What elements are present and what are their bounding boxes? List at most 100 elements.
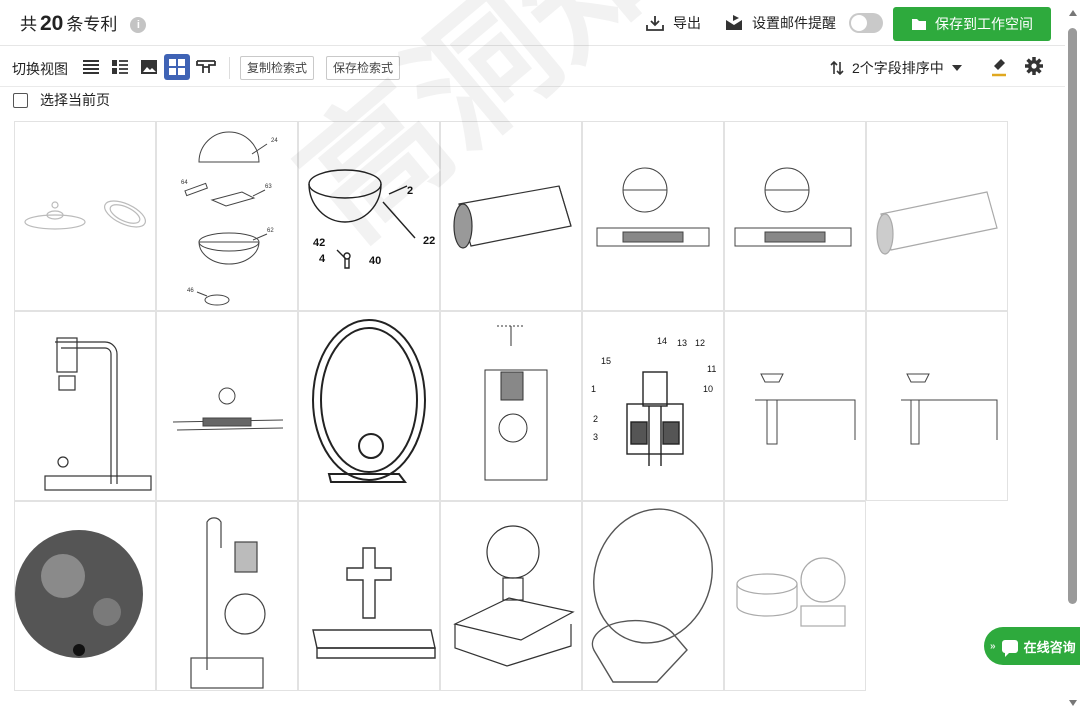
view-switch-label: 切换视图: [12, 61, 68, 77]
svg-text:63: 63: [265, 184, 272, 190]
patent-card[interactable]: [866, 121, 1008, 311]
patent-card[interactable]: [14, 311, 156, 501]
svg-text:1: 1: [591, 384, 596, 394]
settings-button[interactable]: [1024, 56, 1044, 81]
patent-drawing-5: [596, 167, 710, 247]
svg-text:4: 4: [319, 253, 326, 265]
svg-text:13: 13: [677, 338, 687, 348]
svg-text:12: 12: [695, 338, 705, 348]
patent-card[interactable]: [440, 501, 582, 691]
pattern-view-button[interactable]: [193, 54, 219, 80]
toggle-knob: [851, 15, 867, 31]
sort-dropdown[interactable]: 2个字段排序中: [830, 58, 962, 78]
svg-text:3: 3: [593, 432, 598, 442]
patent-card[interactable]: [724, 121, 866, 311]
patent-card[interactable]: [156, 311, 298, 501]
patent-card[interactable]: 2 22 42 4 40: [298, 121, 440, 311]
patent-card[interactable]: [156, 501, 298, 691]
caret-down-icon: [951, 65, 962, 71]
image-view-button[interactable]: [136, 54, 162, 80]
scroll-thumb[interactable]: [1068, 28, 1077, 604]
export-label: 导出: [673, 15, 701, 31]
count-suffix: 条专利: [66, 15, 118, 34]
scroll-down-arrow-icon[interactable]: [1069, 700, 1077, 706]
email-alert-toggle[interactable]: [849, 13, 883, 33]
export-icon: [646, 16, 664, 31]
svg-text:2: 2: [593, 414, 598, 424]
patent-card[interactable]: [724, 501, 866, 691]
highlight-button[interactable]: [990, 57, 1008, 82]
svg-text:15: 15: [601, 356, 611, 366]
patent-drawing-4: [453, 185, 572, 249]
view-toolbar: 切换视图 复制检索式 保存检索式 2个字段排序中: [0, 47, 1065, 87]
svg-text:10: 10: [703, 384, 713, 394]
page-scrollbar[interactable]: [1066, 0, 1080, 716]
email-alert-setting[interactable]: 设置邮件提醒: [724, 13, 836, 33]
svg-text:24: 24: [271, 138, 278, 144]
sort-label: 2个字段排序中: [852, 60, 944, 76]
select-page-checkbox[interactable]: [13, 92, 28, 108]
patent-drawing-14: [901, 373, 998, 445]
chevron-right-icon: »: [990, 640, 996, 652]
patent-drawing-19: [591, 508, 713, 683]
email-alert-label: 设置邮件提醒: [752, 15, 836, 31]
patent-card[interactable]: 24 64 63 62 46: [156, 121, 298, 311]
patent-drawing-6: [734, 167, 852, 247]
count-prefix: 共: [20, 15, 37, 34]
folder-icon: [912, 19, 926, 30]
svg-text:40: 40: [369, 255, 381, 267]
patent-card[interactable]: [440, 121, 582, 311]
grid-view-button[interactable]: [164, 54, 190, 80]
patent-card[interactable]: [298, 501, 440, 691]
patent-card[interactable]: [582, 501, 724, 691]
mail-bell-icon: [726, 15, 742, 30]
online-consult-button[interactable]: » 在线咨询: [984, 627, 1080, 665]
list-view-icon: [83, 60, 99, 74]
patent-card[interactable]: [14, 501, 156, 691]
results-header: 共 20 条专利 i 导出 设置邮件提醒 保存到工作空间: [0, 0, 1065, 46]
patent-drawing-9: [172, 387, 284, 431]
scroll-up-arrow-icon[interactable]: [1069, 10, 1077, 16]
count-number: 20: [40, 12, 64, 35]
select-page-row[interactable]: 选择当前页: [13, 90, 110, 110]
svg-text:14: 14: [657, 336, 667, 346]
save-to-workspace-button[interactable]: 保存到工作空间: [893, 7, 1051, 41]
patent-card[interactable]: [866, 311, 1008, 501]
info-icon[interactable]: i: [130, 17, 147, 33]
save-workspace-label: 保存到工作空间: [935, 16, 1033, 32]
svg-text:22: 22: [423, 235, 435, 247]
patent-card[interactable]: [582, 121, 724, 311]
save-query-button[interactable]: 保存检索式: [326, 56, 401, 80]
patent-drawing-18: [453, 525, 575, 667]
patent-drawing-10: [312, 319, 426, 483]
detail-list-view-button[interactable]: [107, 54, 133, 80]
gear-icon: [1025, 57, 1043, 75]
patent-drawing-15: [15, 530, 143, 658]
patent-card[interactable]: [14, 121, 156, 311]
patent-drawing-20: [736, 557, 846, 627]
svg-text:42: 42: [313, 237, 325, 249]
svg-text:62: 62: [267, 228, 274, 234]
patent-drawing-2: 24 64 63 62 46: [181, 131, 278, 306]
patent-drawing-11: [484, 325, 548, 481]
patent-card[interactable]: [298, 311, 440, 501]
grid-view-icon: [169, 59, 185, 75]
chat-icon: [1001, 639, 1018, 657]
toolbar-divider: [229, 57, 230, 79]
sort-icon: [830, 60, 844, 76]
svg-text:46: 46: [187, 288, 194, 294]
patent-drawing-17: [312, 547, 436, 659]
pattern-view-icon: [196, 60, 216, 73]
image-view-icon: [141, 60, 157, 74]
patent-card[interactable]: [724, 311, 866, 501]
list-view-button[interactable]: [78, 54, 104, 80]
highlighter-icon: [992, 59, 1006, 77]
patent-drawing-7: [876, 191, 998, 255]
patent-drawing-12: 14 13 12111015123: [591, 336, 716, 466]
export-button[interactable]: 导出: [645, 13, 701, 33]
patent-card[interactable]: [440, 311, 582, 501]
copy-query-button[interactable]: 复制检索式: [240, 56, 315, 80]
result-count: 共 20 条专利 i: [20, 10, 147, 36]
patent-card[interactable]: 14 13 12 11 10 15 1 2 3: [582, 311, 724, 501]
patent-drawing-8: [44, 337, 152, 491]
